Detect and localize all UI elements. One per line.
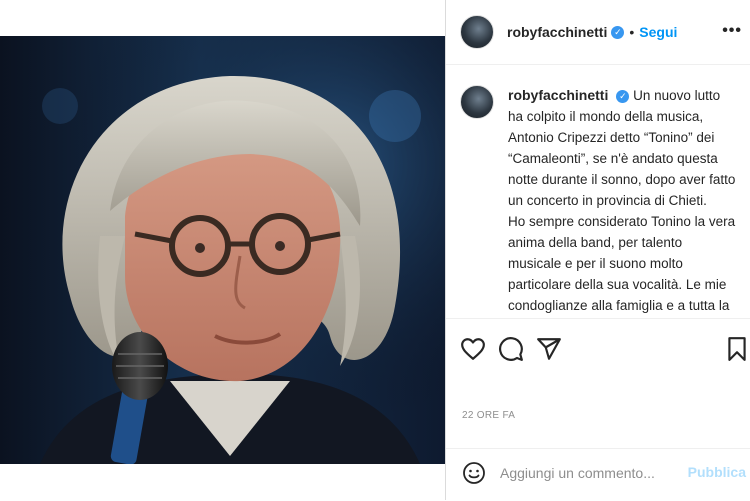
caption-username-link[interactable]: robyfacchinetti (508, 87, 608, 103)
separator-dot: • (629, 24, 635, 40)
emoji-icon[interactable] (462, 461, 486, 485)
post-side-panel: robyfacchinetti ✓ • Segui ••• robyfacchi… (446, 0, 750, 500)
share-icon[interactable] (536, 336, 562, 362)
heart-icon[interactable] (460, 336, 486, 362)
portrait-illustration (0, 36, 445, 464)
comment-icon[interactable] (498, 336, 524, 362)
caption-paragraph-2: Ho sempre considerato Tonino la vera ani… (508, 214, 736, 313)
caption-verified-badge-icon: ✓ (616, 89, 630, 103)
verified-badge-icon: ✓ (611, 25, 625, 39)
caption-row: robyfacchinetti ✓ Un nuovo lutto ha colpi… (446, 65, 750, 316)
media-pane (0, 0, 445, 500)
post-photo[interactable] (0, 36, 445, 464)
caption-text: robyfacchinetti ✓ Un nuovo lutto ha colpi… (508, 85, 736, 316)
more-options-icon[interactable]: ••• (722, 22, 742, 40)
publish-button[interactable]: Pubblica (688, 464, 746, 480)
caption-area[interactable]: robyfacchinetti ✓ Un nuovo lutto ha colpi… (446, 65, 750, 318)
comment-input[interactable] (500, 461, 680, 485)
actions-divider (446, 318, 750, 319)
bookmark-icon[interactable] (724, 336, 750, 362)
action-bar (446, 330, 750, 370)
caption-avatar[interactable] (460, 85, 494, 119)
username-link[interactable]: robyfacchinetti (507, 24, 607, 40)
comment-bar: Pubblica (446, 448, 750, 501)
follow-button[interactable]: Segui (639, 24, 677, 40)
avatar[interactable] (460, 15, 494, 49)
post-timestamp[interactable]: 22 ORE FA (462, 410, 515, 421)
caption-paragraph-1: Un nuovo lutto ha colpito il mondo della… (508, 88, 736, 208)
post-header: robyfacchinetti ✓ • Segui ••• (446, 0, 750, 65)
